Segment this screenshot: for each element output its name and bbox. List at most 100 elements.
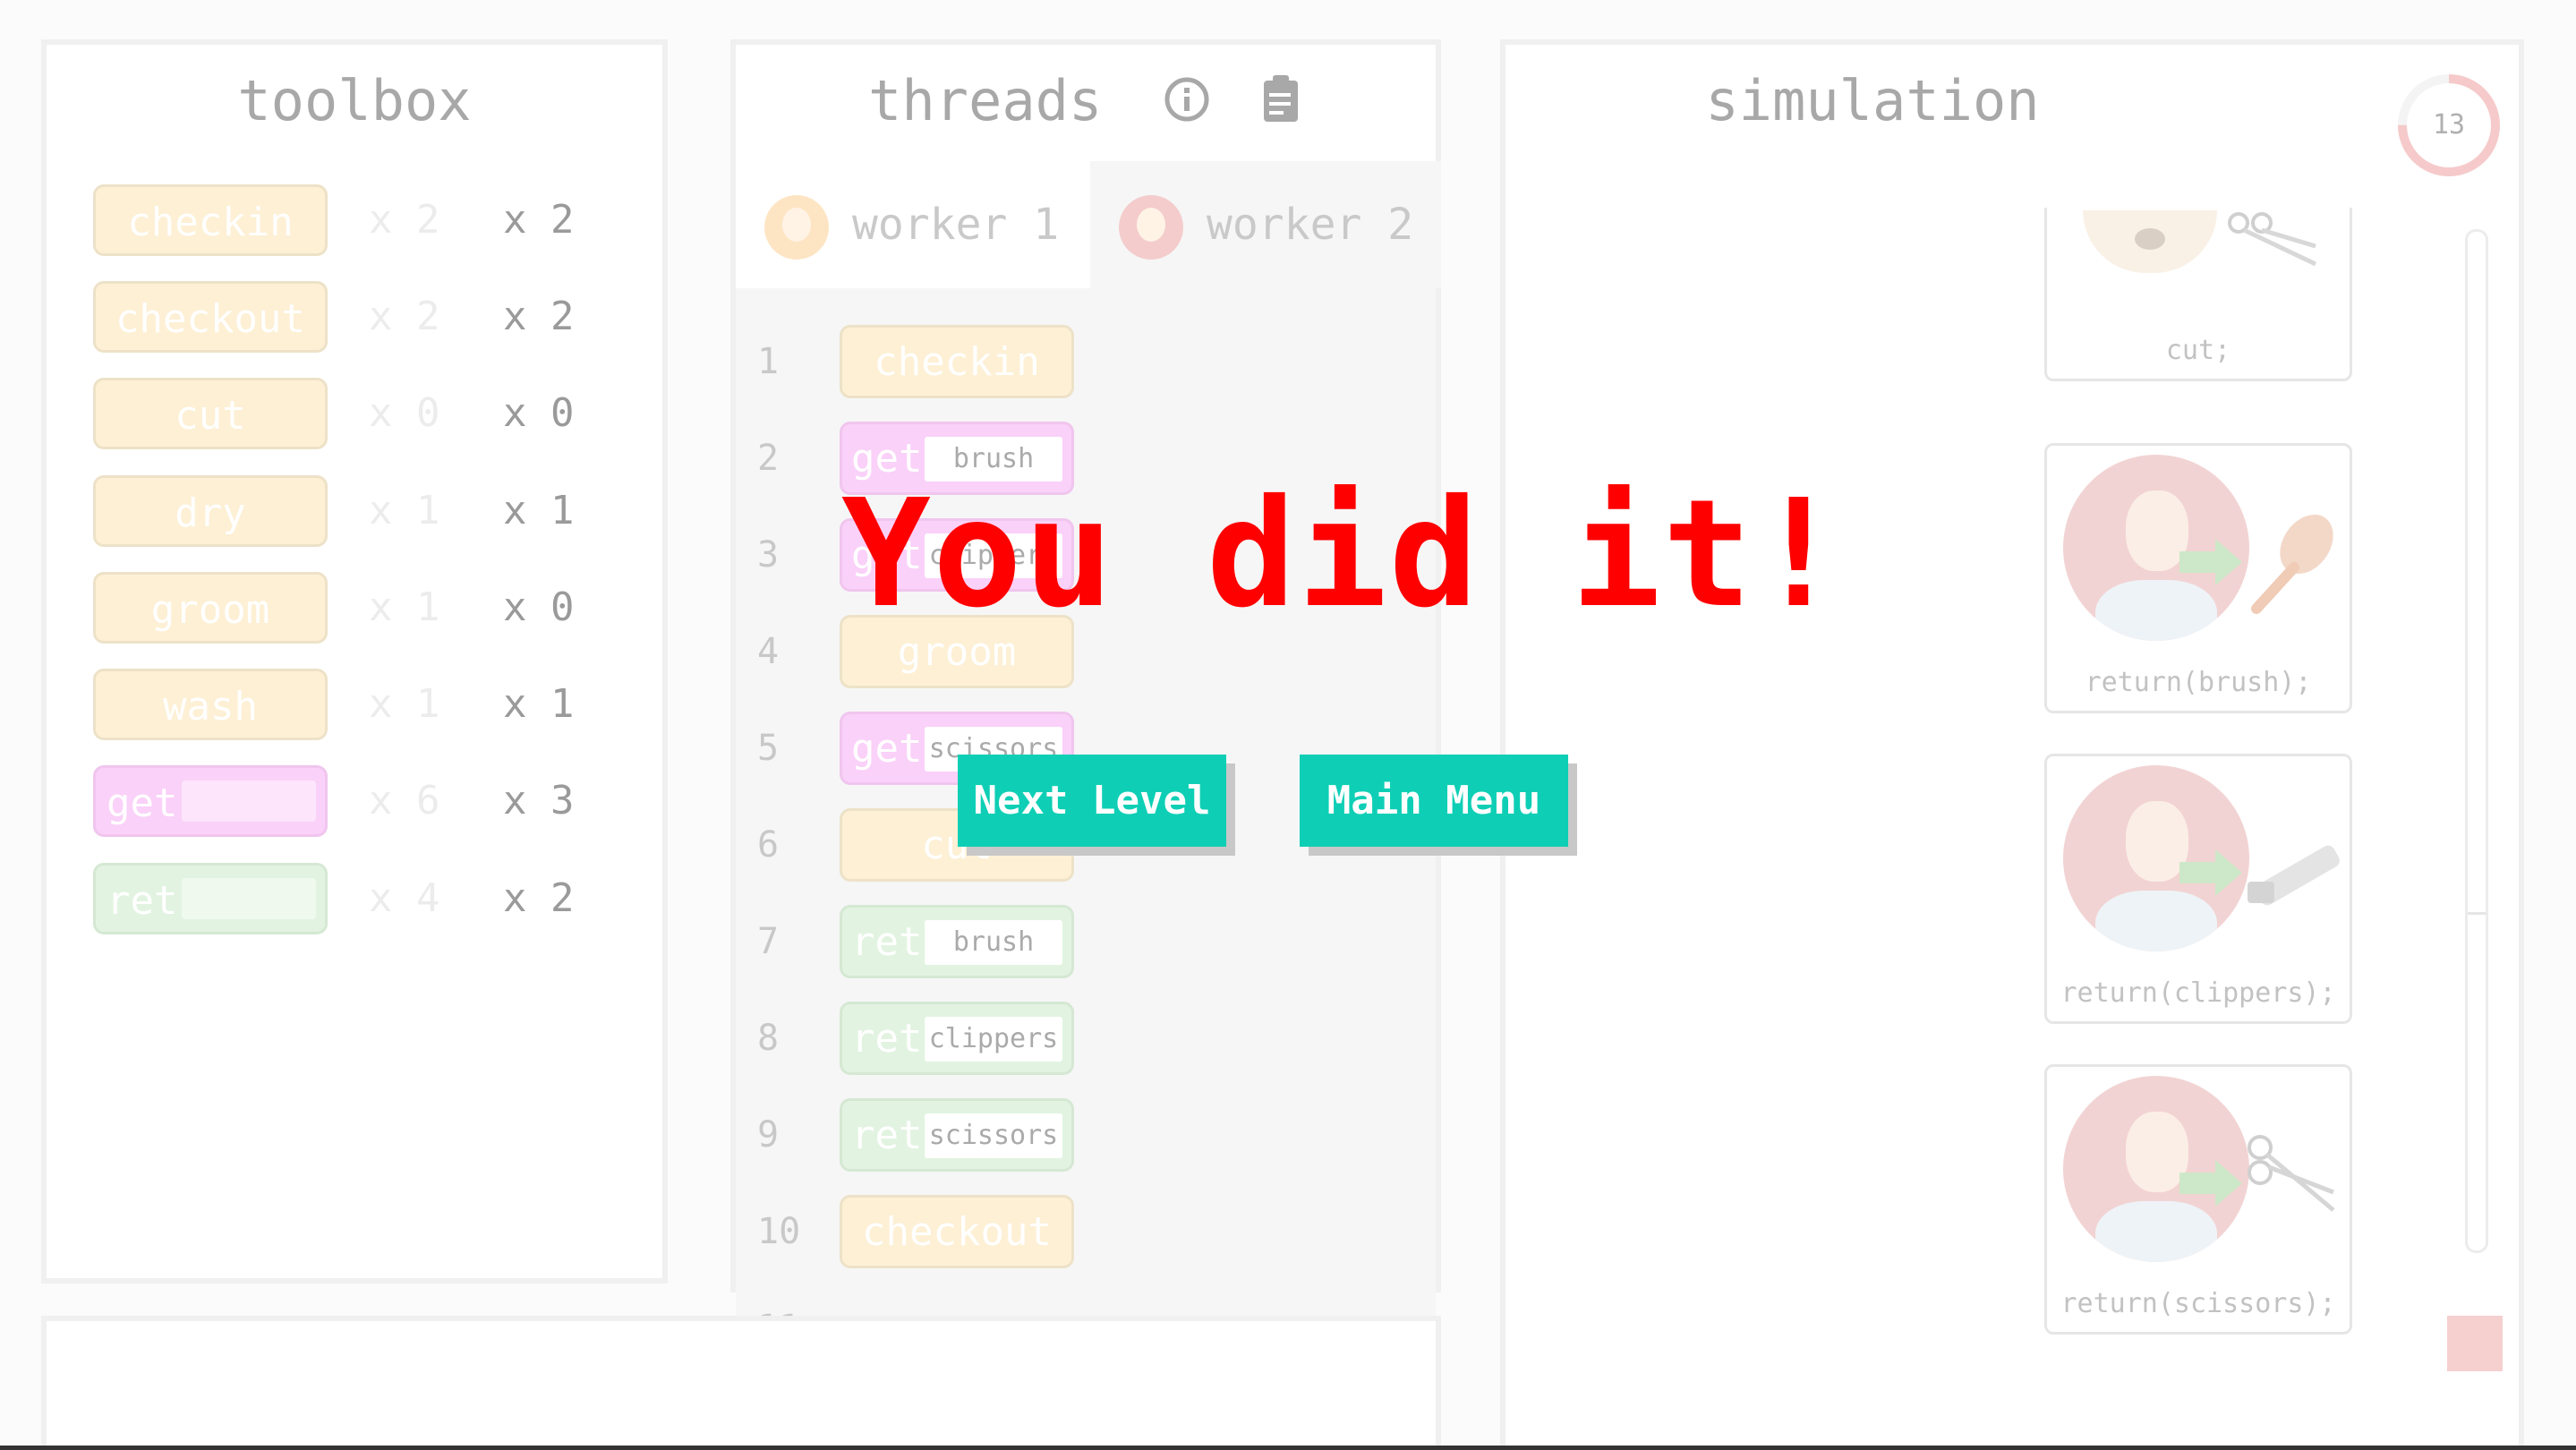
code-block-argument[interactable]: scissors [925, 1113, 1062, 1158]
tab-worker-2-label: worker 2 [1207, 200, 1414, 250]
toolbox-initial-count: x 1 [369, 488, 440, 533]
toolbox-block-label: checkout [115, 296, 305, 342]
toolbox-initial-count: x 1 [369, 584, 440, 630]
toolbox-remaining-count: x 0 [503, 390, 575, 436]
toolbox-remaining-count: x 1 [503, 681, 575, 727]
sim-card-return-clippers: return(clippers); [2044, 754, 2352, 1024]
toolbox-title: toolbox [237, 68, 472, 133]
sim-card-return-brush: return(brush); [2044, 443, 2352, 713]
code-block-ret[interactable]: ret clippers [840, 1002, 1074, 1075]
toolbox-block-slot [182, 878, 316, 919]
code-block-ret[interactable]: ret brush [840, 905, 1074, 978]
toolbox-block-checkin[interactable]: checkin [93, 184, 328, 256]
worker-1-avatar [764, 195, 829, 260]
scissors-icon [2248, 1135, 2335, 1212]
line-number: 6 [757, 824, 780, 866]
code-block-label: get [851, 726, 923, 772]
code-block-label: ret [851, 1113, 923, 1158]
window-bottom-edge [0, 1446, 2576, 1450]
code-block-label: ret [851, 919, 923, 965]
dog-icon [2083, 210, 2217, 273]
line-number: 4 [757, 631, 780, 672]
arrow-right-icon [2179, 539, 2242, 585]
threads-panel: threads worker 1 worker 2 1 checkin 2 get br… [730, 39, 1441, 1349]
toolbox-remaining-count: x 3 [503, 778, 575, 823]
toolbox-block-label: cut [175, 393, 246, 439]
toolbox-remaining-count: x 1 [503, 488, 575, 533]
toolbox-item-wash: wash x 1 x 1 [47, 669, 662, 742]
toolbox-block-label: wash [163, 684, 258, 729]
toolbox-initial-count: x 2 [369, 197, 440, 243]
toolbox-item-cut: cut x 0 x 0 [47, 378, 662, 451]
next-level-button[interactable]: Next Level [958, 755, 1226, 847]
line-number: 1 [757, 341, 780, 382]
toolbox-remaining-count: x 2 [503, 197, 575, 243]
sim-card-cut: cut; [2044, 208, 2352, 381]
toolbox-initial-count: x 1 [369, 681, 440, 727]
simulation-title: simulation [1705, 68, 2040, 133]
toolbox-item-dry: dry x 1 x 1 [47, 475, 662, 549]
clipboard-icon[interactable] [1258, 72, 1303, 137]
line-number: 3 [757, 534, 780, 576]
toolbox-block-slot [182, 780, 316, 822]
toolbox-initial-count: x 0 [369, 390, 440, 436]
toolbox-block-wash[interactable]: wash [93, 669, 328, 740]
toolbox-block-label: groom [150, 587, 270, 633]
toolbox-item-get: get x 6 x 3 [47, 765, 662, 839]
tab-worker-1[interactable]: worker 1 [736, 161, 1090, 288]
tab-worker-2[interactable]: worker 2 [1090, 161, 1441, 288]
simulation-feed: cut; return(brush); return(clippers); re… [1506, 208, 2401, 1344]
toolbox-item-checkout: checkout x 2 x 2 [47, 281, 662, 354]
timer-ring: 13 [2395, 72, 2503, 179]
scrollbar-track[interactable] [2465, 229, 2488, 1253]
code-block-checkout[interactable]: checkout [840, 1195, 1074, 1268]
toolbox-remaining-count: x 2 [503, 875, 575, 921]
line-number: 2 [757, 438, 780, 479]
threads-title-text: threads [868, 68, 1103, 133]
info-icon[interactable] [1163, 72, 1211, 137]
line-number: 5 [757, 728, 780, 769]
sim-card-caption: return(clippers); [2060, 977, 2336, 1009]
toolbox-block-label: dry [175, 490, 246, 536]
toolbox-item-groom: groom x 1 x 0 [47, 572, 662, 645]
toolbox-block-dry[interactable]: dry [93, 475, 328, 547]
code-block-argument[interactable]: clippers [925, 1017, 1062, 1062]
code-block-checkin[interactable]: checkin [840, 325, 1074, 398]
stop-button[interactable] [2447, 1316, 2503, 1371]
main-menu-button[interactable]: Main Menu [1300, 755, 1568, 847]
bottom-bar [41, 1316, 1441, 1446]
threads-title: threads [736, 68, 1436, 137]
toolbox-block-label: checkin [127, 200, 294, 245]
toolbox-item-ret: ret x 4 x 2 [47, 863, 662, 936]
toolbox-block-cut[interactable]: cut [93, 378, 328, 449]
code-block-label: checkout [862, 1209, 1052, 1255]
brush-icon [2251, 514, 2333, 614]
toolbox-initial-count: x 4 [369, 875, 440, 921]
code-block-label: checkin [874, 339, 1040, 385]
timer-value: 13 [2432, 109, 2466, 141]
success-message: You did it! [841, 468, 1846, 641]
toolbox-block-get[interactable]: get [93, 765, 328, 837]
line-number: 8 [757, 1018, 780, 1059]
code-block-argument[interactable]: brush [925, 920, 1062, 965]
toolbox-block-label: get [107, 780, 178, 826]
toolbox-item-checkin: checkin x 2 x 2 [47, 184, 662, 258]
toolbox-block-ret[interactable]: ret [93, 863, 328, 934]
toolbox-panel: toolbox checkin x 2 x 2 checkout x 2 x 2 cut x … [41, 39, 668, 1284]
line-number: 10 [757, 1211, 801, 1252]
scrollbar-thumb[interactable] [2468, 912, 2486, 1253]
arrow-right-icon [2179, 849, 2242, 896]
toolbox-block-checkout[interactable]: checkout [93, 281, 328, 353]
clippers-icon [2248, 845, 2340, 906]
sim-card-caption: return(scissors); [2060, 1288, 2336, 1319]
line-number: 9 [757, 1114, 780, 1156]
code-block-label: ret [851, 1016, 923, 1062]
toolbox-block-groom[interactable]: groom [93, 572, 328, 644]
toolbox-initial-count: x 2 [369, 294, 440, 339]
code-block-ret[interactable]: ret scissors [840, 1098, 1074, 1172]
sim-card-caption: return(brush); [2085, 667, 2312, 698]
sim-card-caption: cut; [2165, 335, 2231, 366]
toolbox-block-label: ret [107, 878, 178, 924]
toolbox-remaining-count: x 0 [503, 584, 575, 630]
worker-2-avatar [1119, 195, 1183, 260]
